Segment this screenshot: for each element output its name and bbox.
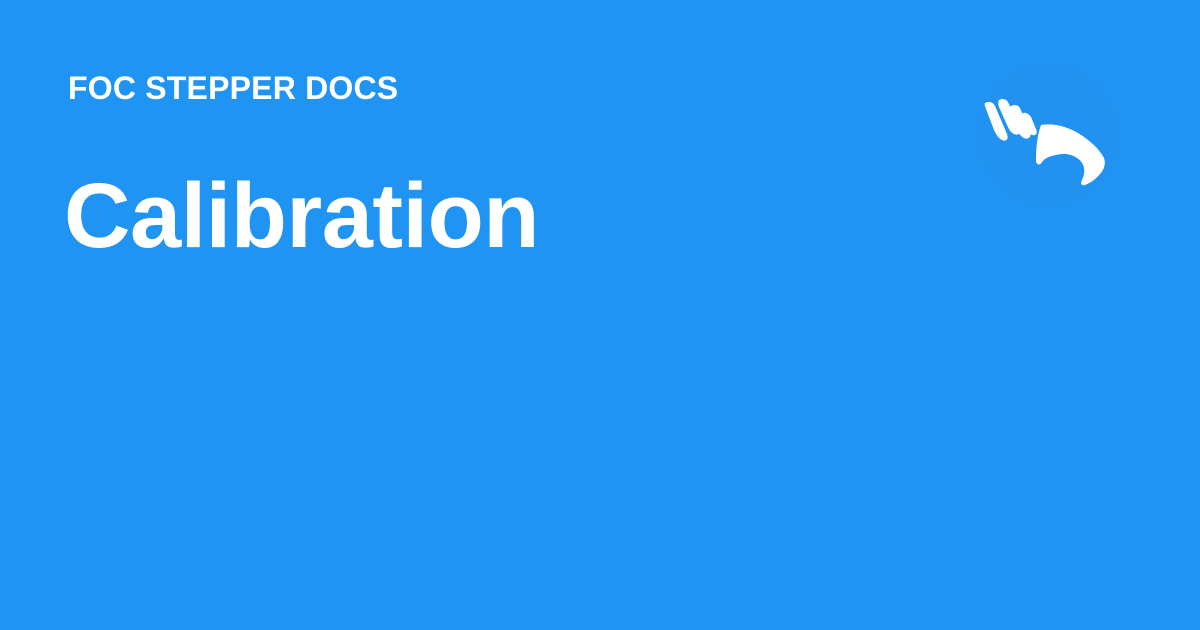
page-title: Calibration	[64, 165, 539, 267]
site-name: FOC STEPPER DOCS	[68, 70, 399, 106]
social-card: FOC STEPPER DOCS Calibration	[0, 0, 1200, 630]
hand-icon	[970, 62, 1126, 208]
